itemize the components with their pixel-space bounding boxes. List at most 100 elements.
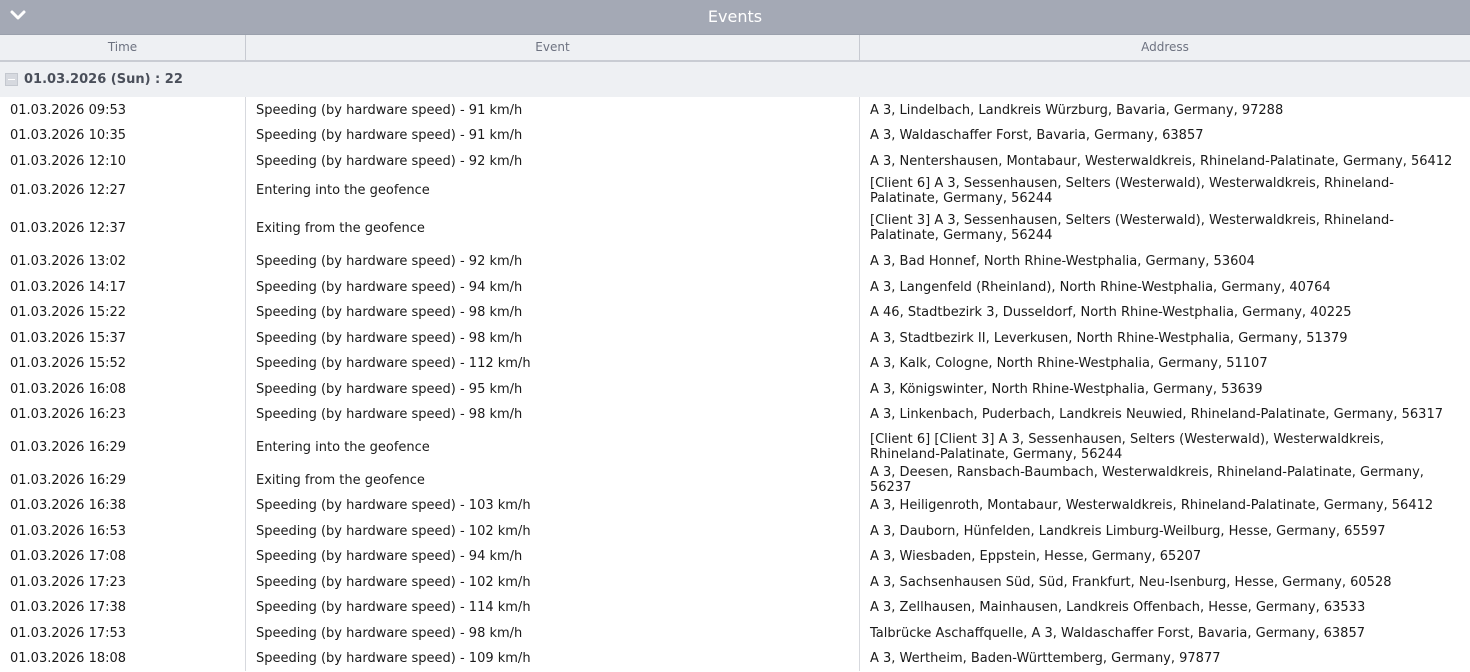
- collapse-button[interactable]: [8, 7, 28, 25]
- cell-address: A 46, Stadtbezirk 3, Dusseldorf, North R…: [860, 300, 1470, 325]
- column-header-address[interactable]: Address: [860, 35, 1470, 60]
- cell-time: 01.03.2026 12:37: [0, 207, 246, 249]
- table-row[interactable]: 01.03.2026 14:17 Speeding (by hardware sp…: [0, 274, 1470, 300]
- table-header: Time Event Address: [0, 35, 1470, 62]
- cell-time: 01.03.2026 09:53: [0, 97, 246, 123]
- table-row[interactable]: 01.03.2026 10:35 Speeding (by hardware sp…: [0, 123, 1470, 148]
- cell-address: A 3, Sachsenhausen Süd, Süd, Frankfurt, …: [860, 569, 1470, 595]
- table-row[interactable]: 01.03.2026 16:29 Exiting from the geofenc…: [0, 465, 1470, 495]
- cell-event-text: Speeding (by hardware speed) - 95 km/h: [256, 381, 523, 397]
- cell-address: A 3, Zellhausen, Mainhausen, Landkreis O…: [860, 595, 1470, 620]
- cell-address: A 3, Langenfeld (Rheinland), North Rhine…: [860, 274, 1470, 300]
- cell-time-text: 01.03.2026 12:27: [10, 183, 127, 198]
- table-row[interactable]: 01.03.2026 17:23 Speeding (by hardware sp…: [0, 569, 1470, 595]
- cell-time-text: 01.03.2026 16:29: [10, 472, 127, 488]
- cell-address-text: A 3, Lindelbach, Landkreis Würzburg, Bav…: [870, 102, 1284, 118]
- group-row[interactable]: 01.03.2026 (Sun) : 22: [0, 62, 1470, 97]
- cell-time-text: 01.03.2026 13:02: [10, 254, 127, 269]
- cell-event: Speeding (by hardware speed) - 92 km/h: [246, 249, 860, 274]
- cell-event-text: Speeding (by hardware speed) - 114 km/h: [256, 600, 531, 615]
- cell-event: Entering into the geofence: [246, 174, 860, 207]
- cell-time: 01.03.2026 15:37: [0, 325, 246, 351]
- cell-address: A 3, Heiligenroth, Montabaur, Westerwald…: [860, 493, 1470, 518]
- cell-event: Speeding (by hardware speed) - 91 km/h: [246, 123, 860, 148]
- table-row[interactable]: 01.03.2026 12:27 Entering into the geofen…: [0, 174, 1470, 207]
- cell-event-text: Speeding (by hardware speed) - 112 km/h: [256, 356, 531, 371]
- table-row[interactable]: 01.03.2026 17:08 Speeding (by hardware sp…: [0, 544, 1470, 569]
- cell-time: 01.03.2026 15:52: [0, 351, 246, 376]
- table-row[interactable]: 01.03.2026 12:37 Exiting from the geofenc…: [0, 207, 1470, 249]
- cell-address-text: [Client 6] A 3, Sessenhausen, Selters (W…: [870, 175, 1394, 206]
- cell-time: 01.03.2026 16:38: [0, 493, 246, 518]
- cell-time-text: 01.03.2026 15:22: [10, 305, 127, 320]
- cell-address: A 3, Deesen, Ransbach-Baumbach, Westerwa…: [860, 465, 1470, 495]
- cell-event: Speeding (by hardware speed) - 102 km/h: [246, 569, 860, 595]
- cell-event: Speeding (by hardware speed) - 92 km/h: [246, 148, 860, 174]
- cell-address-text: A 3, Linkenbach, Puderbach, Landkreis Ne…: [870, 407, 1443, 422]
- table-row[interactable]: 01.03.2026 17:38 Speeding (by hardware sp…: [0, 595, 1470, 620]
- cell-event-text: Speeding (by hardware speed) - 92 km/h: [256, 153, 523, 169]
- table-row[interactable]: 01.03.2026 16:29 Entering into the geofen…: [0, 427, 1470, 467]
- table-row[interactable]: 01.03.2026 16:08 Speeding (by hardware sp…: [0, 376, 1470, 402]
- table-row[interactable]: 01.03.2026 16:53 Speeding (by hardware sp…: [0, 518, 1470, 544]
- cell-address: A 3, Lindelbach, Landkreis Würzburg, Bav…: [860, 97, 1470, 123]
- cell-address: A 3, Waldaschaffer Forst, Bavaria, Germa…: [860, 123, 1470, 148]
- panel-title: Events: [707, 7, 763, 26]
- cell-address: A 3, Dauborn, Hünfelden, Landkreis Limbu…: [860, 518, 1470, 544]
- cell-event: Speeding (by hardware speed) - 112 km/h: [246, 351, 860, 376]
- cell-event: Speeding (by hardware speed) - 114 km/h: [246, 595, 860, 620]
- column-header-event[interactable]: Event: [246, 35, 860, 60]
- cell-event-text: Speeding (by hardware speed) - 91 km/h: [256, 128, 523, 143]
- table-row[interactable]: 01.03.2026 16:38 Speeding (by hardware sp…: [0, 493, 1470, 518]
- cell-time-text: 01.03.2026 17:38: [10, 600, 127, 615]
- cell-event-text: Speeding (by hardware speed) - 94 km/h: [256, 279, 523, 295]
- cell-time: 01.03.2026 14:17: [0, 274, 246, 300]
- table-row[interactable]: 01.03.2026 16:23 Speeding (by hardware sp…: [0, 402, 1470, 427]
- column-header-time[interactable]: Time: [0, 35, 246, 60]
- cell-address: A 3, Königswinter, North Rhine-Westphali…: [860, 376, 1470, 402]
- cell-time: 01.03.2026 17:08: [0, 544, 246, 569]
- cell-time: 01.03.2026 12:10: [0, 148, 246, 174]
- cell-time-text: 01.03.2026 18:08: [10, 651, 127, 666]
- table-row[interactable]: 01.03.2026 17:53 Speeding (by hardware sp…: [0, 620, 1470, 646]
- table-row[interactable]: 01.03.2026 15:52 Speeding (by hardware sp…: [0, 351, 1470, 376]
- cell-time-text: 01.03.2026 17:08: [10, 549, 127, 564]
- cell-address: [Client 6] A 3, Sessenhausen, Selters (W…: [860, 174, 1470, 207]
- table-row[interactable]: 01.03.2026 15:37 Speeding (by hardware sp…: [0, 325, 1470, 351]
- cell-address-text: A 3, Königswinter, North Rhine-Westphali…: [870, 381, 1263, 397]
- cell-event-text: Speeding (by hardware speed) - 94 km/h: [256, 549, 523, 564]
- cell-time: 01.03.2026 18:08: [0, 646, 246, 671]
- cell-event: Speeding (by hardware speed) - 95 km/h: [246, 376, 860, 402]
- collapse-group-icon[interactable]: [5, 73, 18, 86]
- cell-time-text: 01.03.2026 12:37: [10, 220, 127, 236]
- cell-address: A 3, Wertheim, Baden-Württemberg, German…: [860, 646, 1470, 671]
- cell-address-text: [Client 3] A 3, Sessenhausen, Selters (W…: [870, 213, 1394, 243]
- events-panel: Events Time Event Address 01.03.2026 (Su…: [0, 0, 1470, 672]
- table-row[interactable]: 01.03.2026 12:10 Speeding (by hardware sp…: [0, 148, 1470, 174]
- cell-address-text: A 3, Nentershausen, Montabaur, Westerwal…: [870, 153, 1453, 169]
- cell-address-text: A 3, Waldaschaffer Forst, Bavaria, Germa…: [870, 128, 1204, 143]
- table-row[interactable]: 01.03.2026 09:53 Speeding (by hardware sp…: [0, 97, 1470, 123]
- cell-event: Speeding (by hardware speed) - 98 km/h: [246, 300, 860, 325]
- cell-time-text: 01.03.2026 17:53: [10, 625, 127, 641]
- cell-time: 01.03.2026 16:29: [0, 467, 246, 493]
- cell-event-text: Speeding (by hardware speed) - 102 km/h: [256, 523, 531, 539]
- cell-time: 01.03.2026 17:38: [0, 595, 246, 620]
- cell-address: A 3, Kalk, Cologne, North Rhine-Westphal…: [860, 351, 1470, 376]
- cell-event-text: Exiting from the geofence: [256, 220, 425, 236]
- cell-event-text: Speeding (by hardware speed) - 92 km/h: [256, 254, 523, 269]
- table-row[interactable]: 01.03.2026 13:02 Speeding (by hardware sp…: [0, 249, 1470, 274]
- cell-time-text: 01.03.2026 17:23: [10, 574, 127, 590]
- cell-address-text: A 3, Bad Honnef, North Rhine-Westphalia,…: [870, 254, 1255, 269]
- cell-event-text: Entering into the geofence: [256, 183, 430, 198]
- cell-address-text: A 3, Deesen, Ransbach-Baumbach, Westerwa…: [870, 465, 1424, 495]
- cell-time: 01.03.2026 16:08: [0, 376, 246, 402]
- table-row[interactable]: 01.03.2026 18:08 Speeding (by hardware sp…: [0, 646, 1470, 671]
- cell-address: [Client 6] [Client 3] A 3, Sessenhausen,…: [860, 427, 1470, 467]
- cell-address: A 3, Wiesbaden, Eppstein, Hesse, Germany…: [860, 544, 1470, 569]
- cell-time: 01.03.2026 16:29: [0, 427, 246, 467]
- cell-time-text: 01.03.2026 14:17: [10, 279, 127, 295]
- table-row[interactable]: 01.03.2026 15:22 Speeding (by hardware sp…: [0, 300, 1470, 325]
- cell-event: Speeding (by hardware speed) - 98 km/h: [246, 620, 860, 646]
- cell-address-text: A 3, Wertheim, Baden-Württemberg, German…: [870, 651, 1221, 666]
